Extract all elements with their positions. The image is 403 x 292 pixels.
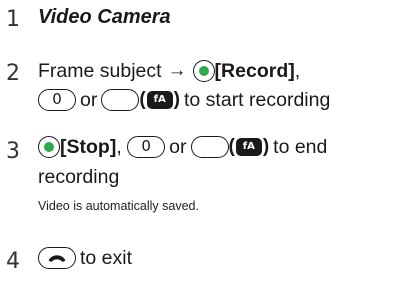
fa-key-icon: fA (146, 91, 173, 109)
paren-open: ( (228, 136, 235, 157)
side-key-icon (101, 89, 140, 111)
fa-key-icon: fA (235, 138, 262, 156)
step-2-line-2: 0 or ( fA ) to start recording (38, 87, 330, 113)
step-number: 1 (6, 7, 20, 32)
paren-close: ) (262, 136, 270, 157)
arrow-icon: → (167, 60, 187, 81)
step-title: Video Camera (38, 6, 171, 28)
step-text: to start recording (184, 89, 331, 111)
zero-key-icon: 0 (38, 89, 76, 111)
step-note: Video is automatically saved. (38, 199, 199, 213)
zero-key-icon: 0 (127, 136, 166, 158)
step-number: 4 (6, 249, 20, 274)
paren-open: ( (139, 89, 146, 110)
step-text: recording (38, 166, 120, 188)
separator: , (116, 136, 128, 158)
or-text: or (169, 136, 187, 158)
step-number: 3 (6, 139, 20, 164)
center-select-key-icon (38, 136, 60, 158)
step-2-line-1: Frame subject → [Record] , (38, 58, 300, 84)
softkey-label: [Record] (214, 60, 295, 82)
step-3-line-1: [Stop] , 0 or ( fA ) to end (38, 134, 327, 160)
step-number: 2 (6, 61, 20, 86)
step-text: to end (273, 136, 328, 158)
paren-close: ) (173, 89, 180, 110)
or-text: or (80, 89, 98, 111)
softkey-label: [Stop] (60, 136, 117, 158)
step-text: to exit (80, 247, 133, 269)
center-select-key-icon (192, 60, 215, 82)
step-1-line: Video Camera (38, 4, 171, 30)
separator: , (294, 60, 301, 82)
end-call-key-icon (38, 247, 76, 269)
step-4-line: to exit (38, 245, 132, 271)
side-key-icon (190, 136, 229, 158)
step-3-line-2: recording (38, 164, 119, 190)
step-text: Frame subject (38, 60, 162, 82)
